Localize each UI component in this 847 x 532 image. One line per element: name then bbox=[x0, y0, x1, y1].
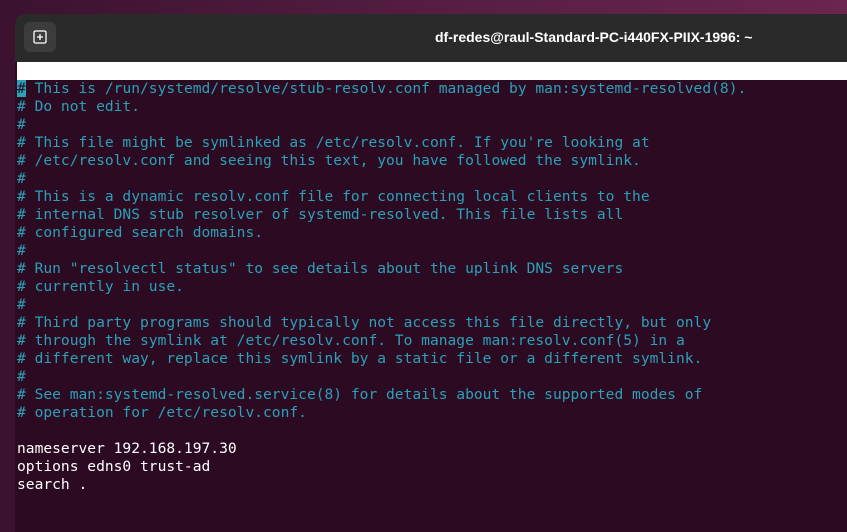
comment-line: # bbox=[17, 170, 26, 187]
title-bar[interactable]: df-redes@raul-Standard-PC-i440FX-PIIX-19… bbox=[15, 14, 847, 63]
comment-line: # bbox=[17, 296, 26, 313]
comment-line: # This is a dynamic resolv.conf file for… bbox=[17, 188, 650, 205]
comment-line: # different way, replace this symlink by… bbox=[17, 350, 703, 367]
config-line: nameserver 192.168.197.30 bbox=[17, 440, 237, 457]
config-line: options edns0 trust-ad bbox=[17, 458, 211, 475]
comment-line: # through the symlink at /etc/resolv.con… bbox=[17, 332, 685, 349]
comment-line: # This is /run/systemd/resolve/stub-reso… bbox=[17, 80, 847, 98]
file-content[interactable]: # This is /run/systemd/resolve/stub-reso… bbox=[17, 80, 847, 494]
comment-line: # See man:systemd-resolved.service(8) fo… bbox=[17, 386, 703, 403]
comment-line: # configured search domains. bbox=[17, 224, 264, 241]
comment-line: # operation for /etc/resolv.conf. bbox=[17, 404, 307, 421]
config-line: search . bbox=[17, 476, 88, 493]
new-tab-icon bbox=[33, 30, 47, 44]
text-cursor: # bbox=[17, 80, 26, 97]
new-tab-button[interactable] bbox=[24, 22, 56, 52]
comment-line: # Run "resolvectl status" to see details… bbox=[17, 260, 624, 277]
config-line bbox=[17, 422, 847, 440]
comment-line: # bbox=[17, 242, 26, 259]
window-title: df-redes@raul-Standard-PC-i440FX-PIIX-19… bbox=[435, 29, 753, 45]
terminal-window: df-redes@raul-Standard-PC-i440FX-PIIX-19… bbox=[15, 14, 847, 532]
line-text: This is /run/systemd/resolve/stub-resolv… bbox=[25, 80, 747, 97]
nano-title-bar: GNU nano 6.2 /etc/resolv.conf bbox=[17, 62, 847, 115]
comment-line: # /etc/resolv.conf and seeing this text,… bbox=[17, 152, 641, 169]
comment-line: # This file might be symlinked as /etc/r… bbox=[17, 134, 650, 151]
comment-line: # internal DNS stub resolver of systemd-… bbox=[17, 206, 624, 223]
comment-line: # currently in use. bbox=[17, 278, 184, 295]
terminal-area[interactable]: GNU nano 6.2 /etc/resolv.conf # This is … bbox=[15, 62, 847, 532]
comment-line: # bbox=[17, 368, 26, 385]
comment-line: # Third party programs should typically … bbox=[17, 314, 712, 331]
comment-line: # bbox=[17, 116, 26, 133]
comment-line: # Do not edit. bbox=[17, 98, 141, 115]
